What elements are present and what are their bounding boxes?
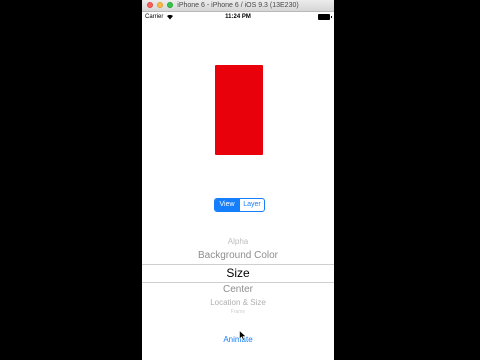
animated-red-view [215, 65, 263, 155]
picker-item-location-size[interactable]: Location & Size [142, 298, 334, 307]
animate-button[interactable]: Animate [142, 335, 334, 344]
mouse-cursor-icon [239, 330, 247, 341]
simulator-title: iPhone 6 - iPhone 6 / iOS 9.3 (13E230) [177, 2, 299, 9]
picker-item-alpha[interactable]: Alpha [142, 237, 334, 246]
picker-selection-top-line [142, 264, 334, 265]
device-screen: Carrier 11:24 PM View Layer Alpha Backgr… [142, 12, 334, 360]
animation-property-picker[interactable]: Alpha Background Color Size Center Locat… [142, 234, 334, 322]
status-bar: Carrier 11:24 PM [142, 12, 334, 22]
desktop: iPhone 6 - iPhone 6 / iOS 9.3 (13E230) C… [0, 0, 480, 360]
segment-layer[interactable]: Layer [239, 199, 264, 211]
segment-view[interactable]: View [215, 199, 239, 211]
view-layer-segmented-control: View Layer [214, 198, 265, 212]
picker-selection-bottom-line [142, 282, 334, 283]
picker-item-background-color[interactable]: Background Color [142, 250, 334, 261]
battery-icon [318, 14, 332, 20]
simulator-title-bar: iPhone 6 - iPhone 6 / iOS 9.3 (13E230) [142, 0, 334, 12]
picker-item-center[interactable]: Center [142, 284, 334, 295]
picker-item-size[interactable]: Size [142, 266, 334, 280]
picker-item-frame[interactable]: Frame [142, 309, 334, 315]
status-time: 11:24 PM [225, 14, 251, 20]
